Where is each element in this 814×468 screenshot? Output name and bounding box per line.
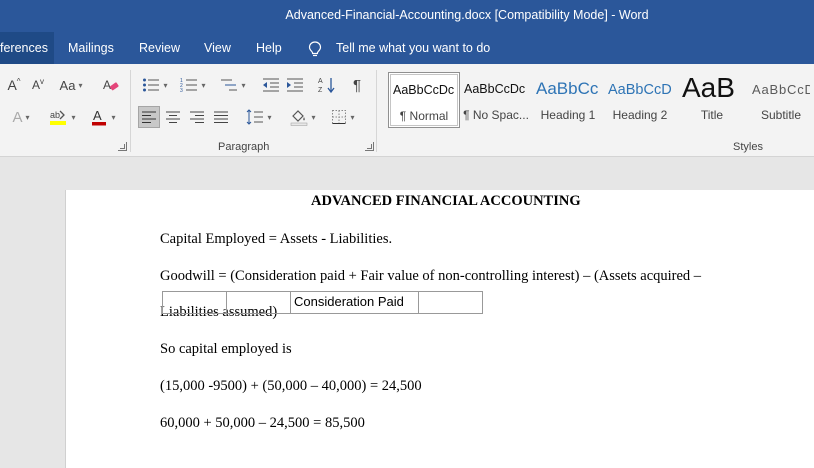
align-right-icon — [190, 111, 204, 123]
pilcrow-icon: ¶ — [352, 76, 362, 94]
tab-references[interactable]: ferences — [0, 32, 54, 64]
show-hide-marks-button[interactable]: ¶ — [346, 74, 368, 96]
font-color-button[interactable]: A ▾ — [86, 106, 120, 128]
bullet-list-icon — [143, 78, 160, 92]
chevron-down-icon: ▾ — [311, 112, 316, 122]
svg-text:A: A — [93, 108, 102, 123]
document-line[interactable]: Capital Employed = Assets - Liabilities. — [160, 231, 392, 248]
line-spacing-icon — [247, 109, 264, 125]
justify-icon — [214, 111, 228, 123]
align-left-icon — [142, 111, 156, 123]
borders-icon — [332, 110, 347, 124]
svg-text:ab: ab — [50, 110, 60, 120]
numbered-list-icon: 1 2 3 — [180, 78, 198, 93]
table-cell[interactable] — [162, 291, 227, 314]
document-table[interactable]: Consideration Paid — [162, 291, 483, 314]
highlighter-icon: ab — [50, 110, 67, 125]
ribbon: A ^ Av Aa ▾ A A ▾ ab ▾ A ▾ ▾ 1 2 3 ▾ ▾ A… — [0, 64, 814, 157]
table-cell[interactable]: Consideration Paid — [290, 291, 419, 314]
paint-bucket-icon — [291, 110, 308, 126]
ribbon-tabs: ferences Mailings Review View Help Tell … — [0, 32, 814, 64]
document-line[interactable]: 60,000 + 50,000 – 24,500 = 85,500 — [160, 415, 365, 432]
chevron-down-icon: ▾ — [163, 80, 168, 90]
numbering-button[interactable]: 1 2 3 ▾ — [176, 74, 210, 96]
styles-group-label: Styles — [733, 141, 763, 153]
table-cell[interactable] — [226, 291, 291, 314]
group-divider — [130, 70, 131, 152]
table-row: Consideration Paid — [162, 291, 483, 314]
chevron-down-icon: ▾ — [25, 112, 30, 122]
align-right-button[interactable] — [186, 106, 208, 128]
increase-indent-icon — [287, 78, 303, 92]
sort-button[interactable]: A Z — [316, 74, 338, 96]
svg-text:3: 3 — [180, 88, 183, 93]
shading-button[interactable]: ▾ — [286, 106, 320, 128]
text-effects-button[interactable]: A ▾ — [4, 106, 38, 128]
align-center-button[interactable] — [162, 106, 184, 128]
chevron-down-icon: ▾ — [241, 80, 246, 90]
paragraph-group-label: Paragraph — [218, 141, 270, 153]
group-divider — [376, 70, 377, 152]
style-no-spacing[interactable]: AaBbCcDc ¶ No Spac... — [460, 72, 532, 128]
chevron-down-icon: ▾ — [201, 80, 206, 90]
style-heading-2[interactable]: AaBbCcD Heading 2 — [604, 72, 676, 128]
sort-az-icon: A Z — [318, 78, 335, 94]
document-line[interactable]: Goodwill = (Consideration paid + Fair va… — [160, 268, 701, 285]
eraser-icon: A — [103, 78, 119, 92]
clear-formatting-button[interactable]: A — [100, 74, 122, 96]
document-line[interactable]: So capital employed is — [160, 341, 292, 358]
font-color-icon: A — [92, 108, 107, 126]
lightbulb-icon — [308, 41, 322, 57]
document-heading[interactable]: ADVANCED FINANCIAL ACCOUNTING — [311, 193, 581, 210]
paragraph-dialog-launcher[interactable] — [365, 142, 374, 151]
change-case-button[interactable]: Aa ▾ — [54, 74, 88, 96]
document-line[interactable]: (15,000 -9500) + (50,000 – 40,000) = 24,… — [160, 378, 422, 395]
multilevel-list-icon — [221, 79, 238, 91]
chevron-down-icon: ▾ — [350, 112, 355, 122]
style-normal[interactable]: AaBbCcDc ¶ Normal — [388, 72, 460, 128]
decrease-indent-button[interactable] — [260, 74, 282, 96]
borders-button[interactable]: ▾ — [326, 106, 360, 128]
chevron-down-icon: ▾ — [78, 80, 83, 90]
bullets-button[interactable]: ▾ — [138, 74, 172, 96]
align-left-button[interactable] — [138, 106, 160, 128]
style-subtitle[interactable]: AaBbCcD Subtitle — [748, 72, 814, 128]
svg-text:A: A — [318, 78, 323, 85]
table-cell[interactable] — [418, 291, 483, 314]
svg-text:A: A — [103, 78, 111, 92]
chevron-down-icon: ▾ — [267, 112, 272, 122]
chevron-down-icon: ▾ — [71, 112, 76, 122]
justify-button[interactable] — [210, 106, 232, 128]
tab-help[interactable]: Help — [244, 32, 294, 64]
decrease-indent-icon — [263, 78, 279, 92]
highlight-color-button[interactable]: ab ▾ — [44, 106, 80, 128]
tab-view[interactable]: View — [192, 32, 243, 64]
window-title: Advanced-Financial-Accounting.docx [Comp… — [285, 8, 649, 22]
grow-font-button[interactable]: A ^ — [4, 74, 24, 96]
chevron-down-icon: ▾ — [111, 112, 116, 122]
tell-me-search[interactable]: Tell me what you want to do — [308, 32, 490, 64]
font-dialog-launcher[interactable] — [118, 142, 127, 151]
tab-review[interactable]: Review — [127, 32, 192, 64]
increase-indent-button[interactable] — [284, 74, 306, 96]
line-spacing-button[interactable]: ▾ — [242, 106, 276, 128]
tab-mailings[interactable]: Mailings — [56, 32, 126, 64]
tell-me-placeholder: Tell me what you want to do — [336, 41, 491, 55]
multilevel-list-button[interactable]: ▾ — [216, 74, 250, 96]
svg-text:Z: Z — [318, 87, 323, 94]
style-heading-1[interactable]: AaBbCc Heading 1 — [532, 72, 604, 128]
shrink-font-button[interactable]: Av — [28, 74, 48, 96]
align-center-icon — [166, 111, 180, 123]
title-bar: Advanced-Financial-Accounting.docx [Comp… — [0, 0, 814, 32]
style-title[interactable]: AaB Title — [676, 72, 748, 128]
